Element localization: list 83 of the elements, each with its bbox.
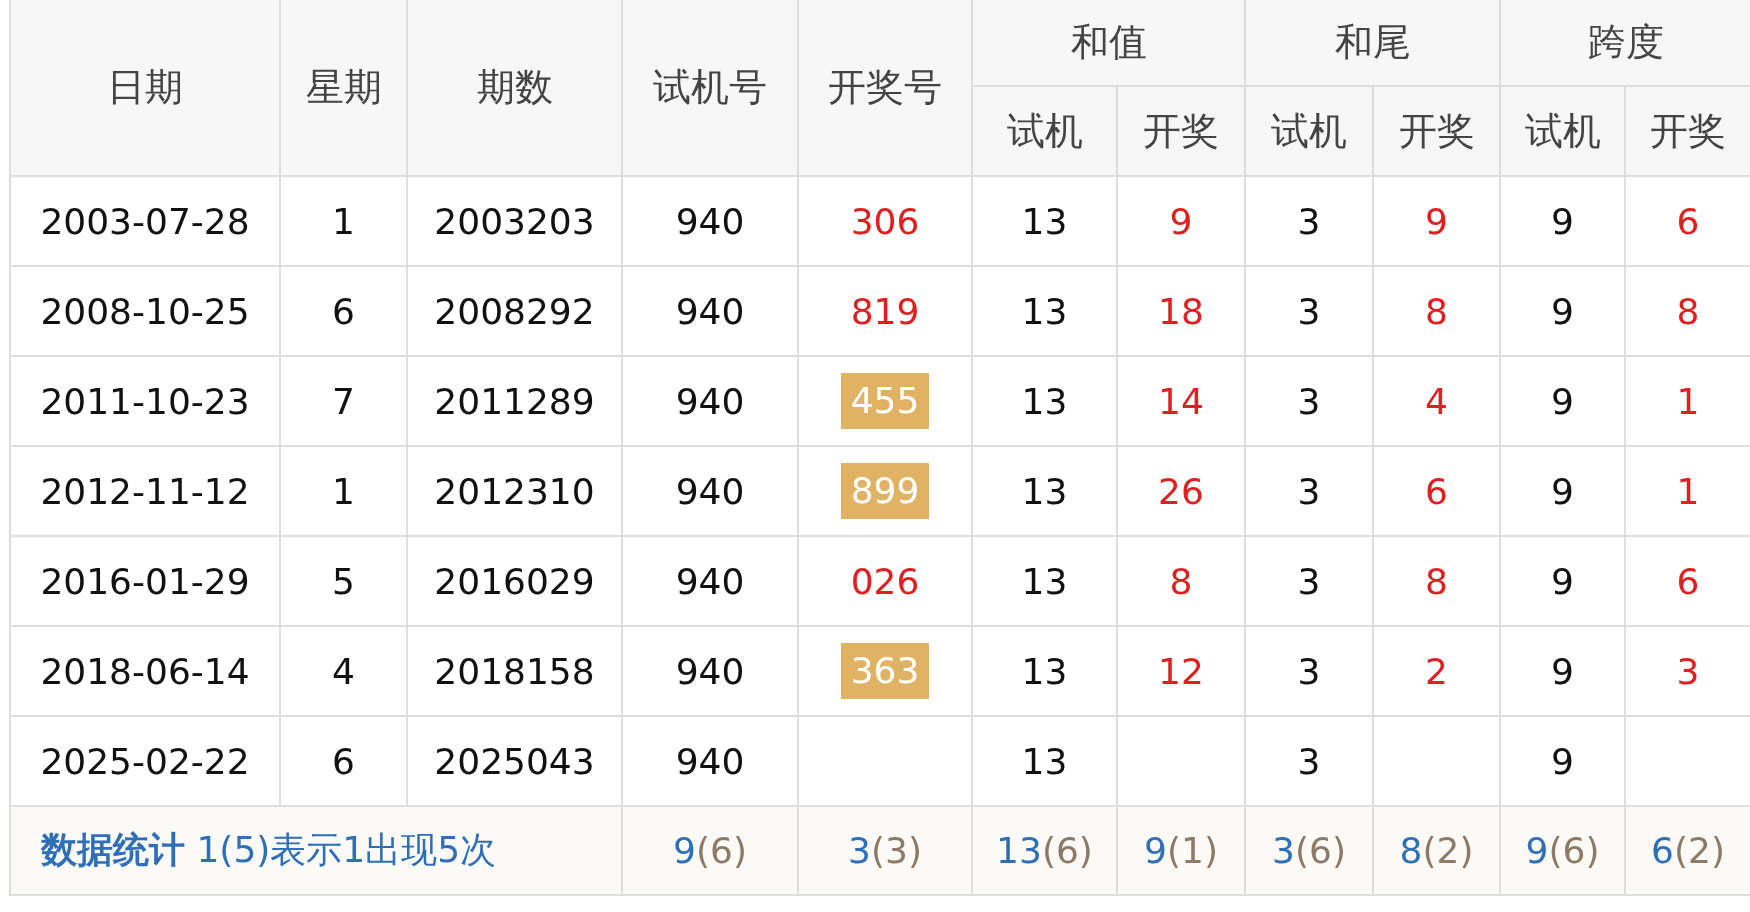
table-cell: 819	[798, 266, 972, 356]
table-cell: 2012-11-12	[10, 446, 280, 536]
number-badge: 455	[840, 373, 930, 429]
column-header: 星期	[280, 0, 407, 176]
column-header: 期数	[407, 0, 622, 176]
table-cell: 9	[1500, 446, 1625, 536]
table-cell: 3	[1245, 356, 1373, 446]
column-header: 开奖	[1625, 86, 1750, 176]
stat-value: 13(6)	[996, 830, 1093, 871]
table-cell: 13	[972, 626, 1117, 716]
number-badge: 363	[840, 643, 930, 699]
column-header: 和值	[972, 0, 1245, 86]
stat-value: 8(2)	[1399, 830, 1474, 871]
table-cell: 3	[1245, 176, 1373, 266]
stat-value: 6(2)	[1651, 830, 1725, 871]
table-cell: 2003203	[407, 176, 622, 266]
table-cell: 3	[1245, 536, 1373, 626]
table-cell: 2018158	[407, 626, 622, 716]
table-cell: 9	[1373, 176, 1500, 266]
column-header: 试机	[972, 86, 1117, 176]
table-cell: 3	[1245, 446, 1373, 536]
table-cell: 306	[798, 176, 972, 266]
table-cell: 9	[1500, 176, 1625, 266]
table-cell: 6	[1373, 446, 1500, 536]
stats-note: 数据统计 1(5)表示1出现5次	[41, 829, 497, 870]
table-cell: 13	[972, 176, 1117, 266]
table-cell: 9	[1500, 626, 1625, 716]
table-cell: 18	[1117, 266, 1245, 356]
table-cell: 8	[1117, 536, 1245, 626]
table-cell: 13	[972, 356, 1117, 446]
table-cell: 14	[1117, 356, 1245, 446]
table-cell: 940	[622, 446, 798, 536]
column-header: 试机号	[622, 0, 798, 176]
table-cell: 940	[622, 176, 798, 266]
table-cell: 9	[1500, 266, 1625, 356]
table-cell: 2011-10-23	[10, 356, 280, 446]
table-cell: 1	[280, 446, 407, 536]
table-cell: 940	[622, 266, 798, 356]
stat-value: 3(6)	[1272, 830, 1346, 871]
table-cell: 2003-07-28	[10, 176, 280, 266]
column-header: 开奖	[1373, 86, 1500, 176]
table-cell: 3	[1245, 266, 1373, 356]
table-cell: 2016-01-29	[10, 536, 280, 626]
table-cell: 940	[622, 356, 798, 446]
table-cell: 13	[972, 266, 1117, 356]
stat-value: 9(6)	[1525, 830, 1600, 871]
stat-value: 3(3)	[848, 830, 922, 871]
column-header: 日期	[10, 0, 280, 176]
table-cell: 12	[1117, 626, 1245, 716]
table-cell: 940	[622, 626, 798, 716]
column-header: 试机	[1245, 86, 1373, 176]
number-badge: 899	[840, 463, 930, 519]
table-cell: 6	[280, 266, 407, 356]
table-cell: 2016029	[407, 536, 622, 626]
table-cell: 7	[280, 356, 407, 446]
column-header: 跨度	[1500, 0, 1750, 86]
table-cell: 8	[1373, 266, 1500, 356]
table-cell: 2008-10-25	[10, 266, 280, 356]
table-cell: 9	[1500, 356, 1625, 446]
table-cell: 13	[972, 536, 1117, 626]
stat-value: 9(1)	[1144, 830, 1218, 871]
table-cell: 940	[622, 536, 798, 626]
column-header: 开奖	[1117, 86, 1245, 176]
table-cell: 4	[1373, 356, 1500, 446]
column-header: 试机	[1500, 86, 1625, 176]
table-cell: 2008292	[407, 266, 622, 356]
table-cell: 2	[1373, 626, 1500, 716]
column-header: 和尾	[1245, 0, 1500, 86]
table-cell: 2018-06-14	[10, 626, 280, 716]
table-cell: 1	[280, 176, 407, 266]
stat-value: 9(6)	[673, 830, 747, 871]
column-header: 开奖号	[798, 0, 972, 176]
table-cell: 26	[1117, 446, 1245, 536]
table-cell: 9	[1117, 176, 1245, 266]
table-cell: 2012310	[407, 446, 622, 536]
table-cell: 3	[1245, 626, 1373, 716]
table-cell: 4	[280, 626, 407, 716]
table-cell: 9	[1500, 536, 1625, 626]
table-cell: 5	[280, 536, 407, 626]
table-cell: 2011289	[407, 356, 622, 446]
table-cell: 8	[1373, 536, 1500, 626]
table-cell: 13	[972, 446, 1117, 536]
table-cell: 026	[798, 536, 972, 626]
